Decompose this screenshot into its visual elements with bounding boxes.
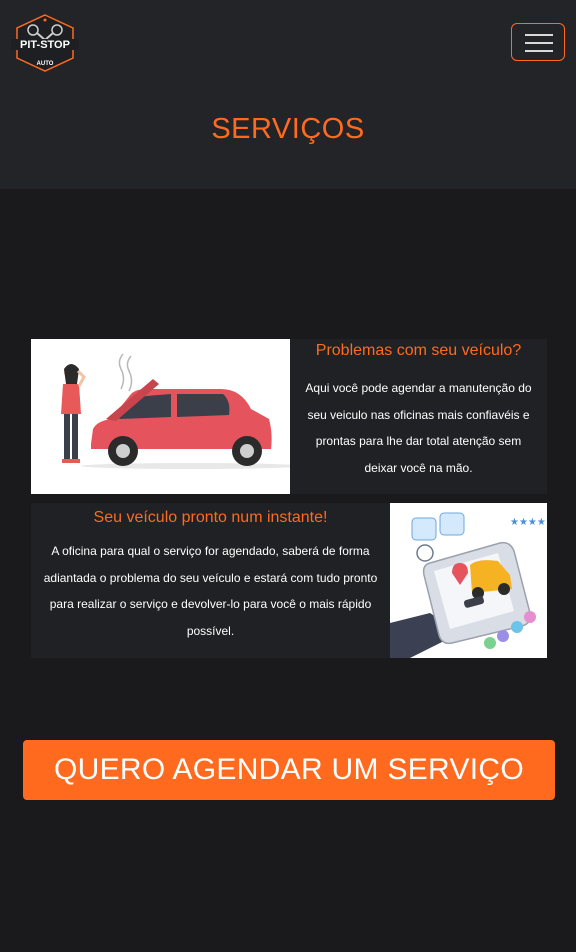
logo-text-bottom: AUTO <box>37 61 54 67</box>
site-header: PIT-STOP AUTO SERVIÇOS <box>0 0 576 189</box>
banner-body: Aqui você pode agendar a manutenção do s… <box>305 381 532 475</box>
hamburger-icon <box>525 34 553 52</box>
banner-heading: Seu veículo pronto num instante! <box>93 509 328 526</box>
logo-emblem-icon: PIT-STOP AUTO <box>11 14 79 72</box>
service-banner-problems: Problemas com seu veículo? Aqui você pod… <box>31 339 547 494</box>
pit-stop-logo[interactable]: PIT-STOP AUTO <box>10 14 80 72</box>
banner-body: A oficina para qual o serviço for agenda… <box>43 544 378 638</box>
page-title: SERVIÇOS <box>211 113 365 145</box>
banner-text-block: Seu veículo pronto num instante! A ofici… <box>31 503 390 658</box>
service-banner-ready: Seu veículo pronto num instante! A ofici… <box>31 503 547 658</box>
woman-with-broken-car-illustration <box>31 339 301 494</box>
schedule-service-button[interactable]: QUERO AGENDAR UM SERVIÇO <box>23 740 555 800</box>
banner-text-block: Problemas com seu veículo? Aqui você pod… <box>290 339 547 494</box>
menu-toggle-button[interactable] <box>511 23 565 61</box>
phone-with-car-app-illustration: ★★★★★ <box>390 503 547 658</box>
logo-text-top: PIT-STOP <box>20 39 70 51</box>
svg-text:★★★★★: ★★★★★ <box>510 517 547 528</box>
banner-heading: Problemas com seu veículo? <box>315 342 522 359</box>
